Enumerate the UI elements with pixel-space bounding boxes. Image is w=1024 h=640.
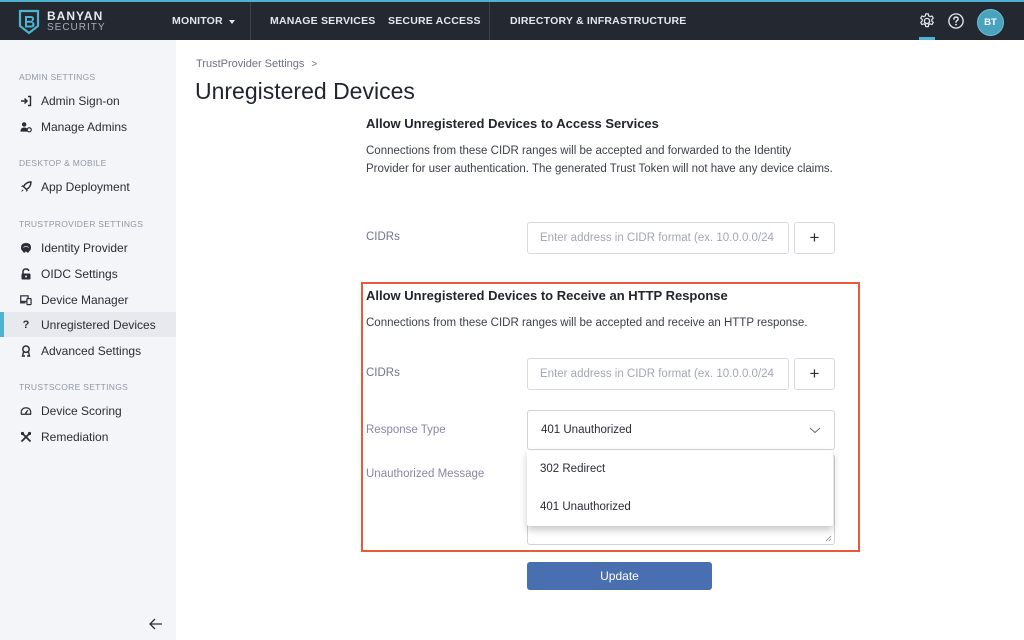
banyan-logo[interactable]: BANYAN SECURITY [18,8,106,36]
dropdown-option-302-redirect[interactable]: 302 Redirect [540,463,605,475]
sidebar-item-oidc-settings[interactable]: OIDC Settings [0,261,176,286]
page-title: Unregistered Devices [195,78,415,104]
nav-monitor[interactable]: MONITOR [172,2,235,40]
help-icon[interactable] [947,12,965,30]
caret-down-icon [228,19,235,24]
sidebar: ADMIN SETTINGS Admin Sign-on Manage Admi… [0,40,176,640]
nav-manage-services[interactable]: MANAGE SERVICES [270,2,376,40]
question-icon: ? [22,318,30,331]
sidebar-item-app-deployment[interactable]: App Deployment [0,174,176,199]
sidebar-item-label: Admin Sign-on [41,93,120,108]
nav-monitor-label: MONITOR [172,15,223,27]
devices-icon [20,294,32,306]
fingerprint-icon [20,242,32,254]
sidebar-item-identity-provider[interactable]: Identity Provider [0,235,176,260]
active-indicator [919,37,935,40]
sidebar-item-manage-admins[interactable]: Manage Admins [0,114,176,139]
access-add-cidr-button[interactable]: + [794,222,835,254]
lock-open-icon [20,267,32,280]
breadcrumb: TrustProvider Settings > [196,58,317,70]
breadcrumb-parent[interactable]: TrustProvider Settings [196,58,304,70]
http-section-description: Connections from these CIDR ranges will … [366,317,808,329]
response-type-value: 401 Unauthorized [541,424,632,436]
sidebar-section-trustprovider-settings: TRUSTPROVIDER SETTINGS [19,219,144,229]
users-cog-icon [20,121,32,133]
award-icon [20,344,32,357]
nav-divider [250,2,251,40]
http-cidrs-label: CIDRs [366,367,400,379]
sidebar-item-device-manager[interactable]: Device Manager [0,287,176,312]
nav-secure-access[interactable]: SECURE ACCESS [388,2,481,40]
sidebar-item-label: Unregistered Devices [41,317,156,332]
sidebar-item-unregistered-devices[interactable]: ? Unregistered Devices [0,312,176,337]
sidebar-item-label: Remediation [41,429,109,444]
access-section-description: Connections from these CIDR ranges will … [366,145,833,175]
http-cidr-input[interactable] [527,358,789,390]
sidebar-item-label: Device Scoring [41,403,122,418]
sidebar-item-label: OIDC Settings [41,266,118,281]
update-button[interactable]: Update [527,562,712,590]
sidebar-item-advanced-settings[interactable]: Advanced Settings [0,338,176,363]
nav-secure-access-label: SECURE ACCESS [388,15,481,27]
nav-directory-label: DIRECTORY & INFRASTRUCTURE [510,15,687,27]
nav-manage-services-label: MANAGE SERVICES [270,15,376,27]
sidebar-item-label: Device Manager [41,292,129,307]
breadcrumb-separator-icon: > [311,58,318,70]
nav-divider [489,2,490,40]
sidebar-item-label: Identity Provider [41,240,128,255]
chevron-down-icon [809,427,821,434]
dropdown-option-401-unauthorized[interactable]: 401 Unauthorized [540,501,631,513]
sidebar-item-admin-sign-on[interactable]: Admin Sign-on [0,88,176,113]
access-cidr-input[interactable] [527,222,789,254]
brand-name: BANYAN [47,9,104,23]
access-section-title: Allow Unregistered Devices to Access Ser… [366,116,659,131]
user-avatar[interactable]: BT [977,9,1004,36]
sidebar-section-admin-settings: ADMIN SETTINGS [19,72,96,82]
rocket-icon [20,180,32,193]
brand-subtitle: SECURITY [47,22,106,33]
top-navbar: BANYAN SECURITY MONITOR MANAGE SERVICES … [0,0,1024,40]
arrow-left-icon[interactable] [148,616,164,632]
tools-icon [20,431,32,443]
gauge-icon [20,405,32,417]
access-cidrs-label: CIDRs [366,231,400,243]
nav-directory-infrastructure[interactable]: DIRECTORY & INFRASTRUCTURE [510,2,687,40]
http-add-cidr-button[interactable]: + [794,358,835,390]
shield-logo-icon [18,9,40,35]
http-section-title: Allow Unregistered Devices to Receive an… [366,288,728,303]
sidebar-item-label: Advanced Settings [41,343,142,358]
sidebar-item-label: App Deployment [41,179,130,194]
sign-in-icon [20,95,32,107]
sidebar-item-device-scoring[interactable]: Device Scoring [0,398,176,423]
response-type-select[interactable]: 401 Unauthorized [527,410,835,450]
sidebar-section-trustscore-settings: TRUSTSCORE SETTINGS [19,382,129,392]
sidebar-section-desktop-mobile: DESKTOP & MOBILE [19,158,107,168]
sidebar-item-remediation[interactable]: Remediation [0,424,176,449]
response-type-dropdown: 302 Redirect 401 Unauthorized [527,450,833,526]
gear-icon[interactable] [918,12,936,30]
resize-grip-icon[interactable] [824,534,832,542]
unauthorized-message-label: Unauthorized Message [366,468,485,480]
response-type-label: Response Type [366,424,446,436]
sidebar-item-label: Manage Admins [41,119,128,134]
